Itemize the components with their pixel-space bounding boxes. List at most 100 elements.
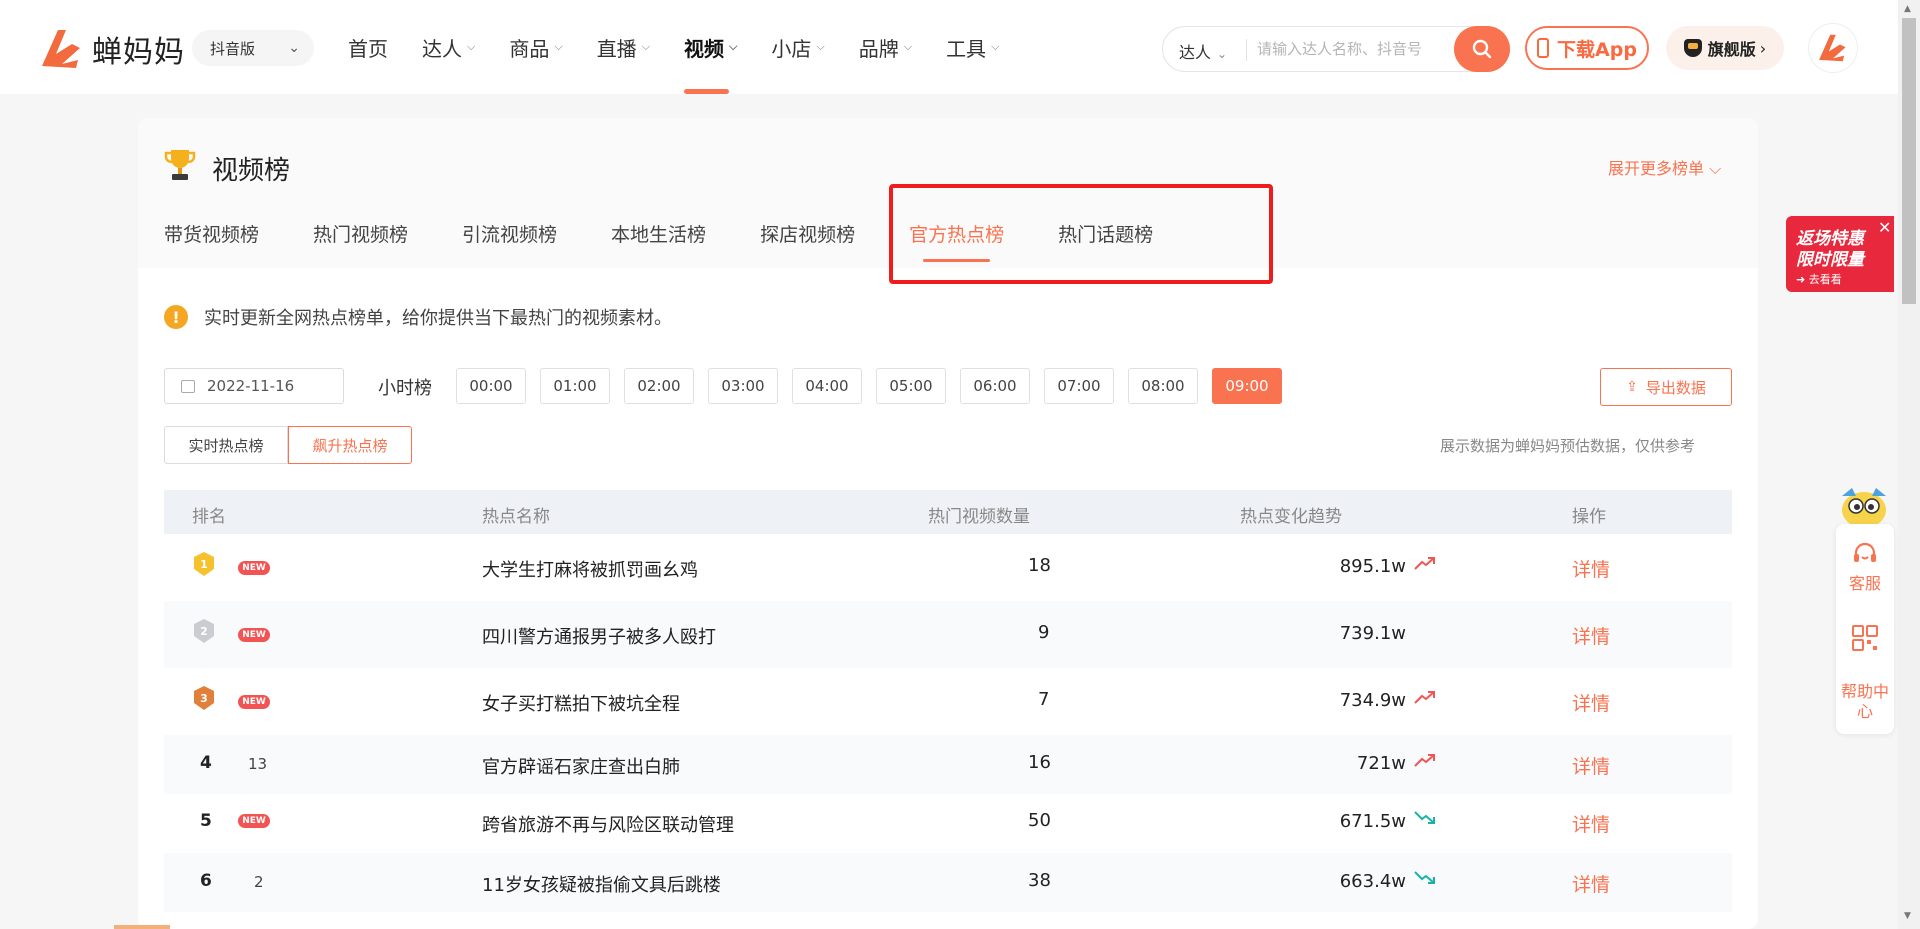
rank-change: 13 [248, 755, 268, 773]
upload-icon: ⇪ [1626, 379, 1638, 395]
hot-topic-name[interactable]: 11岁女孩疑被指偷文具后跳楼 [482, 871, 721, 897]
avatar-logo-icon [1819, 34, 1846, 62]
detail-link[interactable]: 详情 [1572, 622, 1610, 649]
table-row[interactable]: 2 NEW 四川警方通报男子被多人殴打 9 739.1w 详情 [164, 601, 1732, 668]
nav-item-shop[interactable]: 小店 ⌵ [771, 0, 824, 94]
close-icon[interactable]: ✕ [1878, 218, 1891, 237]
medal-rank: 1 [200, 558, 208, 571]
nav-item-influencer[interactable]: 达人 ⌵ [422, 0, 475, 94]
download-app-button[interactable]: 下载App [1525, 26, 1649, 70]
search-input[interactable] [1257, 35, 1447, 63]
hot-video-count: 7 [1038, 689, 1050, 710]
hour-button[interactable]: 03:00 [708, 368, 778, 404]
hot-topic-name[interactable]: 大学生打麻将被抓罚画幺鸡 [482, 556, 698, 582]
hour-button[interactable]: 05:00 [876, 368, 946, 404]
page-scrollbar[interactable]: ▲ ▼ [1898, 0, 1920, 929]
hour-button[interactable]: 01:00 [540, 368, 610, 404]
bottom-accent-strip [114, 925, 170, 929]
subtab-realtime-hot[interactable]: 实时热点榜 [164, 426, 288, 464]
hot-video-count: 16 [1028, 752, 1051, 773]
card-header: 视频榜 展开更多榜单 ⌵ 带货视频榜 热门视频榜 引流视频榜 本地生活榜 探店视… [138, 118, 1758, 284]
hot-topic-table: 排名 热点名称 热门视频数量 热点变化趋势 操作 1 NEW 大学生打麻将被抓罚… [164, 490, 1732, 912]
expand-more-link[interactable]: 展开更多榜单 ⌵ [1608, 155, 1721, 179]
hour-button[interactable]: 04:00 [792, 368, 862, 404]
scrollbar-thumb[interactable] [1902, 18, 1916, 304]
hot-video-count: 18 [1028, 555, 1051, 576]
qr-code-button[interactable] [1836, 624, 1894, 656]
date-picker[interactable]: 2022-11-16 [164, 368, 344, 404]
table-row[interactable]: 5 NEW 跨省旅游不再与风险区联动管理 50 671.5w 详情 [164, 794, 1732, 853]
new-badge: NEW [238, 628, 270, 642]
warning-icon: ! [164, 305, 188, 329]
top-navbar: 蝉妈妈 抖音版 ⌄ 首页 达人 ⌵ 商品 ⌵ 直播 ⌵ 视频 ⌵ 小店 ⌵ 品牌 ⌵ 工具 ⌵… [0, 0, 1898, 94]
export-data-button[interactable]: ⇪ 导出数据 [1600, 368, 1732, 406]
hour-button[interactable]: 02:00 [624, 368, 694, 404]
rank-number: 6 [200, 871, 212, 891]
search-type-select[interactable]: 达人 ⌄ [1179, 39, 1227, 63]
table-row[interactable]: 1 NEW 大学生打麻将被抓罚画幺鸡 18 895.1w 详情 [164, 534, 1732, 601]
tab-local-life[interactable]: 本地生活榜 [611, 220, 706, 262]
detail-link[interactable]: 详情 [1572, 810, 1610, 837]
tab-traffic-video[interactable]: 引流视频榜 [462, 220, 557, 262]
hour-button-active[interactable]: 09:00 [1212, 368, 1282, 404]
detail-link[interactable]: 详情 [1572, 870, 1610, 897]
gold-medal-icon: 1 [194, 552, 214, 576]
caret-down-icon: ⌵ [641, 40, 651, 53]
customer-service-button[interactable]: 客服 [1836, 542, 1894, 594]
table-row[interactable]: 3 NEW 女子买打糕拍下被坑全程 7 734.9w 详情 [164, 668, 1732, 735]
scroll-down-icon[interactable]: ▼ [1904, 911, 1911, 921]
hot-list-switch: 实时热点榜 飙升热点榜 [164, 426, 412, 464]
tab-hot-video[interactable]: 热门视频榜 [313, 220, 408, 262]
tab-store-visit[interactable]: 探店视频榜 [760, 220, 855, 262]
user-avatar[interactable] [1808, 23, 1858, 73]
customer-service-label: 客服 [1848, 574, 1881, 593]
caret-down-icon: ⌵ [554, 40, 563, 53]
platform-select[interactable]: 抖音版 ⌄ [192, 30, 314, 66]
detail-link[interactable]: 详情 [1572, 555, 1610, 582]
nav-item-brand[interactable]: 品牌 ⌵ [859, 0, 912, 94]
nav-item-video[interactable]: 视频 ⌵ [684, 0, 737, 94]
heat-value: 671.5w [1339, 811, 1406, 832]
logo-icon [42, 30, 80, 68]
promo-link: ➜ 去看看 [1796, 273, 1842, 286]
nav-item-home[interactable]: 首页 [348, 0, 388, 94]
hour-button[interactable]: 08:00 [1128, 368, 1198, 404]
detail-link[interactable]: 详情 [1572, 689, 1610, 716]
hot-topic-name[interactable]: 官方辟谣石家庄查出白肺 [482, 753, 680, 779]
flagship-label: 旗舰版 [1707, 40, 1756, 59]
tab-sales-video[interactable]: 带货视频榜 [164, 220, 259, 262]
table-row[interactable]: 4 13 官方辟谣石家庄查出白肺 16 721w 详情 [164, 735, 1732, 794]
hour-button[interactable]: 00:00 [456, 368, 526, 404]
nav-item-tools[interactable]: 工具 ⌵ [946, 0, 999, 94]
search-bar: 达人 ⌄ [1162, 26, 1510, 72]
caret-down-icon: ⌵ [816, 40, 825, 53]
hour-button[interactable]: 06:00 [960, 368, 1030, 404]
scroll-up-icon[interactable]: ▲ [1904, 4, 1911, 14]
headset-icon [1854, 542, 1876, 562]
subtab-rising-hot[interactable]: 飙升热点榜 [288, 426, 412, 464]
hot-video-count: 38 [1028, 870, 1051, 891]
calendar-icon [181, 379, 195, 393]
hot-video-count: 9 [1038, 622, 1050, 643]
download-app-label: 下载App [1557, 38, 1637, 61]
table-header: 排名 热点名称 热门视频数量 热点变化趋势 操作 [164, 490, 1732, 534]
trophy-icon [164, 150, 196, 180]
hot-topic-name[interactable]: 女子买打糕拍下被坑全程 [482, 690, 680, 716]
hour-button[interactable]: 07:00 [1044, 368, 1114, 404]
brand-logo[interactable]: 蝉妈妈 [38, 26, 185, 72]
column-name: 热点名称 [482, 507, 550, 527]
hot-topic-name[interactable]: 四川警方通报男子被多人殴打 [482, 623, 716, 649]
promo-banner[interactable]: 返场特惠 限时限量 ➜ 去看看 ✕ [1786, 216, 1894, 292]
detail-link[interactable]: 详情 [1572, 752, 1610, 779]
hot-topic-name[interactable]: 跨省旅游不再与风险区联动管理 [482, 811, 734, 837]
table-row[interactable]: 6 2 11岁女孩疑被指偷文具后跳楼 38 663.4w 详情 [164, 853, 1732, 912]
trend-up-icon [1414, 691, 1435, 704]
search-button[interactable] [1454, 26, 1510, 72]
hour-selector: 00:00 01:00 02:00 03:00 04:00 05:00 06:0… [456, 368, 1296, 404]
silver-medal-icon: 2 [194, 619, 214, 643]
help-center-button[interactable]: 帮助中心 [1836, 682, 1894, 722]
flagship-button[interactable]: 旗舰版 › [1666, 26, 1784, 70]
nav-item-live[interactable]: 直播 ⌵ [597, 0, 650, 94]
medal-rank: 2 [200, 625, 208, 638]
nav-item-product[interactable]: 商品 ⌵ [509, 0, 562, 94]
